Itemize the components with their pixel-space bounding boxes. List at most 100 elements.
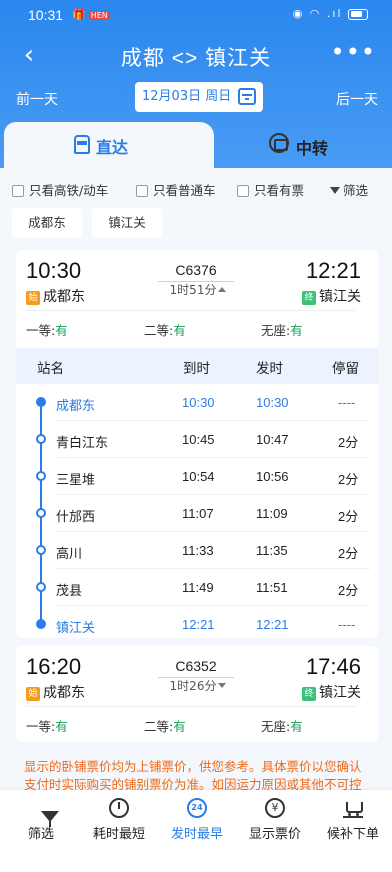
start-badge: 始: [26, 291, 40, 305]
stop-dot-icon: [36, 545, 46, 555]
departure-station-name: 成都东: [43, 685, 85, 701]
available-only-checkbox[interactable]: 只看有票: [237, 180, 304, 199]
sort-shortest-button[interactable]: 耗时最短: [80, 790, 158, 848]
arrival-time: 17:46: [305, 654, 361, 679]
stop-dot-icon: [36, 619, 46, 629]
nav-bar: ‹ 成都 <> 镇江关 •••: [0, 32, 392, 78]
station-chip-arrival[interactable]: 镇江关: [92, 208, 162, 238]
seat-first-class: 一等:有: [26, 320, 68, 339]
stop-name: 镇江关: [56, 621, 96, 636]
transfer-icon: [269, 133, 289, 153]
filter-tab-button[interactable]: 筛选: [2, 790, 80, 848]
stop-dot-icon: [36, 397, 46, 407]
calendar-icon: [238, 88, 256, 105]
tab-direct[interactable]: 直达: [4, 122, 214, 168]
stop-depart: 11:35: [256, 543, 288, 558]
route-tabs: 直达 中转: [4, 122, 388, 168]
stop-stay: 2分: [338, 435, 359, 450]
col-stay: 停留: [332, 361, 359, 377]
train-card[interactable]: 10:30 始成都东 C6376 1时51分 12:21 终镇江关 一等:有 二…: [16, 250, 378, 638]
yen-icon: ¥: [265, 798, 285, 818]
departure-station: 始成都东: [26, 286, 85, 306]
status-time: 10:31: [28, 7, 64, 23]
high-speed-checkbox[interactable]: 只看高铁/动车: [12, 180, 108, 199]
stops-header: 站名 到时 发时 停留: [16, 348, 378, 384]
seat-label: 无座:: [261, 323, 291, 338]
normal-train-checkbox[interactable]: 只看普通车: [136, 180, 216, 199]
stop-arrive: 10:30: [182, 395, 215, 410]
duration-toggle[interactable]: 1时51分: [148, 281, 248, 298]
filter-button[interactable]: 筛选: [330, 180, 368, 199]
tab-direct-label: 直达: [96, 138, 129, 157]
col-arrive: 到时: [183, 361, 210, 377]
chevron-up-icon: [218, 287, 227, 292]
duration-toggle[interactable]: 1时26分: [148, 677, 248, 694]
station-chip-departure[interactable]: 成都东: [12, 208, 82, 238]
bottom-toolbar: 筛选 耗时最短 24 发时最早 ¥ 显示票价 候补下单: [0, 790, 392, 848]
train-card[interactable]: 16:20 始成都东 C6352 1时26分 17:46 终镇江关 一等:有 二…: [16, 646, 378, 742]
checkbox-icon: [237, 185, 249, 197]
seat-second-class: 二等:有: [144, 320, 186, 339]
stop-depart: 10:30: [256, 395, 289, 410]
waitlist-button[interactable]: 候补下单: [314, 790, 392, 848]
col-depart: 发时: [256, 361, 283, 377]
arrival-station: 终镇江关: [302, 286, 361, 306]
stop-depart: 10:47: [256, 432, 289, 447]
stop-arrive: 10:45: [182, 432, 215, 447]
home-indicator-area: [0, 848, 392, 872]
stop-stay: ----: [338, 617, 356, 632]
stop-row: 镇江关 12:21 12:21 ----: [16, 606, 378, 643]
seat-label: 无座:: [261, 719, 291, 734]
train-number: C6352: [158, 658, 234, 678]
seat-first-class: 一等:有: [26, 716, 68, 735]
duration-text: 1时51分: [169, 283, 217, 297]
filter-row: 只看高铁/动车 只看普通车 只看有票 筛选: [12, 180, 384, 198]
arrival-station: 终镇江关: [302, 682, 361, 702]
end-badge: 终: [302, 687, 316, 701]
more-icon[interactable]: •••: [331, 38, 376, 66]
system-icons: ◉ ◠ .ıl: [293, 7, 368, 20]
stop-name: 三星堆: [56, 473, 96, 488]
seat-no-seat: 无座:有: [261, 320, 303, 339]
stop-name: 成都东: [56, 399, 96, 414]
seat-availability: 一等:有 二等:有 无座:有: [26, 310, 356, 340]
departure-station-name: 成都东: [43, 289, 85, 305]
show-price-button[interactable]: ¥ 显示票价: [236, 790, 314, 848]
next-day-button[interactable]: 后一天: [336, 89, 378, 109]
arrival-time: 12:21: [305, 258, 361, 283]
prev-day-button[interactable]: 前一天: [16, 89, 58, 109]
sort-earliest-label: 发时最早: [170, 827, 223, 842]
high-speed-label: 只看高铁/动车: [29, 183, 109, 198]
divider: [26, 706, 356, 707]
arrival-station-name: 镇江关: [319, 685, 361, 701]
date-picker[interactable]: 12月03日 周日: [135, 82, 263, 112]
stop-depart: 12:21: [256, 617, 289, 632]
checkbox-icon: [136, 185, 148, 197]
tab-transfer[interactable]: 中转: [214, 128, 388, 168]
available-only-label: 只看有票: [254, 183, 305, 198]
duration-text: 1时26分: [169, 679, 217, 693]
filter-label: 筛选: [343, 183, 369, 198]
seat-value: 有: [55, 323, 68, 338]
stop-name: 茂县: [56, 584, 83, 599]
24h-icon: 24: [187, 798, 207, 818]
sort-earliest-button[interactable]: 24 发时最早: [158, 790, 236, 848]
waitlist-label: 候补下单: [326, 827, 379, 842]
battery-icon: [348, 8, 368, 20]
notification-icons: 🎁 HEN: [72, 8, 110, 21]
date-label: 12月03日 周日: [142, 89, 232, 104]
stop-arrive: 10:54: [182, 469, 215, 484]
stop-depart: 11:51: [256, 580, 288, 595]
train-number: C6376: [158, 262, 234, 282]
chevron-down-icon: [218, 683, 227, 688]
fare-notice: 显示的卧铺票价均为上铺票价，供您参考。具体票价以您确认支付时实际购买的铺别票价为…: [24, 759, 362, 792]
stop-name: 青白江东: [56, 436, 109, 451]
stop-row: 高川 11:33 11:35 2分: [16, 532, 378, 569]
date-bar: 前一天 12月03日 周日 后一天: [0, 82, 392, 114]
stop-stay: 2分: [338, 509, 359, 524]
seat-second-class: 二等:有: [144, 716, 186, 735]
stop-dot-icon: [36, 434, 46, 444]
seat-availability: 一等:有 二等:有 无座:有: [26, 706, 356, 736]
seat-value: 有: [290, 719, 303, 734]
stop-stay: 2分: [338, 472, 359, 487]
